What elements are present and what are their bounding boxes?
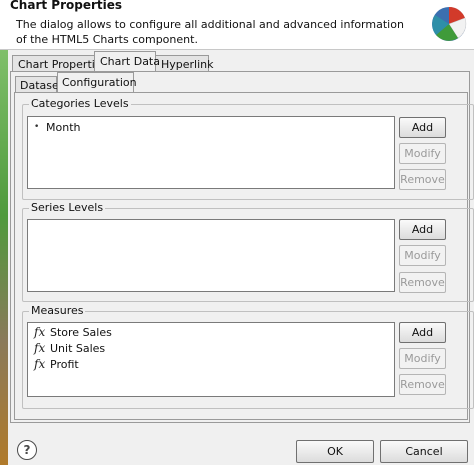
measure-item-label: Profit — [50, 357, 79, 371]
measures-remove-button[interactable]: Remove — [399, 374, 446, 395]
series-list[interactable] — [27, 219, 395, 292]
fx-icon: fx — [34, 325, 46, 339]
series-remove-button[interactable]: Remove — [399, 272, 446, 293]
window-edge — [0, 50, 8, 465]
fx-icon: fx — [34, 341, 46, 355]
series-modify-button[interactable]: Modify — [399, 245, 446, 266]
help-button[interactable]: ? — [17, 440, 37, 460]
categories-remove-button[interactable]: Remove — [399, 169, 446, 190]
categories-add-button[interactable]: Add — [399, 117, 446, 138]
categories-modify-button[interactable]: Modify — [399, 143, 446, 164]
dialog-description: The dialog allows to configure all addit… — [16, 18, 404, 46]
measures-label: Measures — [29, 304, 86, 317]
list-item[interactable]: • Month — [34, 119, 80, 135]
tab-configuration[interactable]: Configuration — [57, 72, 137, 92]
measures-list[interactable]: fx Store Sales fx Unit Sales fx Profit — [27, 322, 395, 397]
ok-button[interactable]: OK — [296, 440, 374, 463]
list-item[interactable]: fx Store Sales — [34, 324, 112, 340]
tab-chart-data[interactable]: Chart Data — [94, 51, 160, 71]
dialog-header: Chart Properties The dialog allows to co… — [0, 0, 474, 50]
fx-icon: fx — [34, 357, 46, 371]
measures-modify-button[interactable]: Modify — [399, 348, 446, 369]
list-item[interactable]: fx Unit Sales — [34, 340, 105, 356]
series-add-button[interactable]: Add — [399, 219, 446, 240]
pie-chart-icon — [432, 6, 467, 41]
categories-list[interactable]: • Month — [27, 116, 395, 189]
list-item[interactable]: fx Profit — [34, 356, 79, 372]
measures-add-button[interactable]: Add — [399, 322, 446, 343]
bullet-icon: • — [34, 122, 40, 132]
series-label: Series Levels — [29, 201, 106, 214]
measure-item-label: Store Sales — [50, 325, 112, 339]
categories-label: Categories Levels — [29, 97, 131, 110]
cancel-button[interactable]: Cancel — [380, 440, 468, 463]
measure-item-label: Unit Sales — [50, 341, 106, 355]
category-item-label: Month — [46, 120, 81, 134]
dialog-title: Chart Properties — [10, 0, 123, 12]
